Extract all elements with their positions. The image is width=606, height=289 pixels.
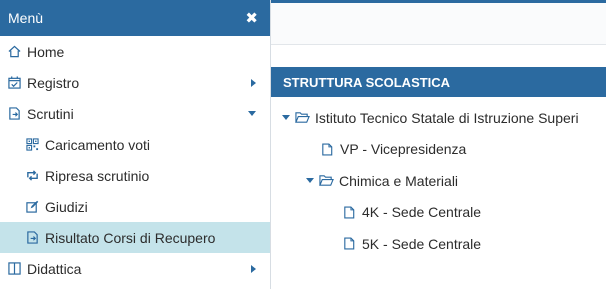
- qrcode-icon: [26, 138, 39, 151]
- tree-node-5k-sede-centrale[interactable]: 5K - Sede Centrale: [271, 228, 606, 260]
- sidebar-item-label: Didattica: [27, 260, 82, 277]
- calendar-check-icon: [8, 76, 21, 89]
- tree-node-label: Istituto Tecnico Statale di Istruzione S…: [315, 109, 579, 126]
- tree-node-label: VP - Vicepresidenza: [340, 141, 467, 158]
- folder-open-icon: [295, 112, 310, 123]
- sidebar-title: Menù: [8, 10, 44, 26]
- section-title: STRUTTURA SCOLASTICA: [283, 74, 451, 90]
- folder-open-icon: [319, 175, 334, 186]
- home-icon: [8, 45, 21, 58]
- top-bar: [271, 0, 606, 45]
- retweet-icon: [27, 170, 38, 181]
- sidebar-item-giudizi[interactable]: Giudizi: [0, 191, 270, 222]
- caret-down-icon[interactable]: [282, 115, 290, 121]
- sidebar-item-label: Risultato Corsi di Recupero: [45, 229, 216, 246]
- file-icon: [322, 143, 333, 156]
- main-panel: STRUTTURA SCOLASTICA Istituto Tecnico St…: [271, 0, 606, 289]
- school-structure-tree: Istituto Tecnico Statale di Istruzione S…: [271, 102, 606, 260]
- columns-icon: [8, 262, 21, 275]
- sidebar-item-scrutini[interactable]: Scrutini: [0, 98, 270, 129]
- chevron-right-icon: [251, 264, 256, 273]
- sidebar-item-ripresa-scrutinio[interactable]: Ripresa scrutinio: [0, 160, 270, 191]
- section-header: STRUTTURA SCOLASTICA: [271, 67, 606, 97]
- tree-node-label: Chimica e Materiali: [339, 172, 459, 189]
- sidebar-item-label: Registro: [27, 74, 80, 91]
- tree-node-vicepresidenza[interactable]: VP - Vicepresidenza: [271, 134, 606, 166]
- document-export-icon: [27, 231, 38, 244]
- file-icon: [344, 237, 355, 250]
- chevron-right-icon: [251, 78, 256, 87]
- sidebar-item-label: Ripresa scrutinio: [45, 167, 150, 184]
- close-icon[interactable]: ✖: [245, 11, 258, 26]
- sidebar-item-caricamento-voti[interactable]: Caricamento voti: [0, 129, 270, 160]
- sidebar-item-home[interactable]: Home: [0, 36, 270, 67]
- sidebar-menu: Home Registro Scrutini Caricamento voti …: [0, 36, 270, 284]
- tree-node-chimica-e-materiali[interactable]: Chimica e Materiali: [271, 165, 606, 197]
- edit-icon: [26, 200, 39, 213]
- sidebar-item-risultato-corsi-di-recupero[interactable]: Risultato Corsi di Recupero: [0, 222, 270, 253]
- chevron-down-icon: [248, 111, 256, 116]
- sidebar-item-label: Giudizi: [45, 198, 88, 215]
- sidebar-item-label: Home: [27, 43, 65, 60]
- file-icon: [344, 206, 355, 219]
- sidebar-item-label: Caricamento voti: [45, 136, 151, 153]
- sidebar-header: Menù ✖: [0, 0, 270, 36]
- caret-down-icon[interactable]: [306, 178, 314, 184]
- tree-node-label: 4K - Sede Centrale: [362, 204, 482, 221]
- sidebar: Menù ✖ Home Registro Scrutini Caricament…: [0, 0, 271, 289]
- sidebar-item-registro[interactable]: Registro: [0, 67, 270, 98]
- tree-node-istituto[interactable]: Istituto Tecnico Statale di Istruzione S…: [271, 102, 606, 134]
- sidebar-item-didattica[interactable]: Didattica: [0, 253, 270, 284]
- document-export-icon: [9, 107, 20, 120]
- tree-node-4k-sede-centrale[interactable]: 4K - Sede Centrale: [271, 197, 606, 229]
- tree-node-label: 5K - Sede Centrale: [362, 235, 482, 252]
- sidebar-item-label: Scrutini: [27, 105, 74, 122]
